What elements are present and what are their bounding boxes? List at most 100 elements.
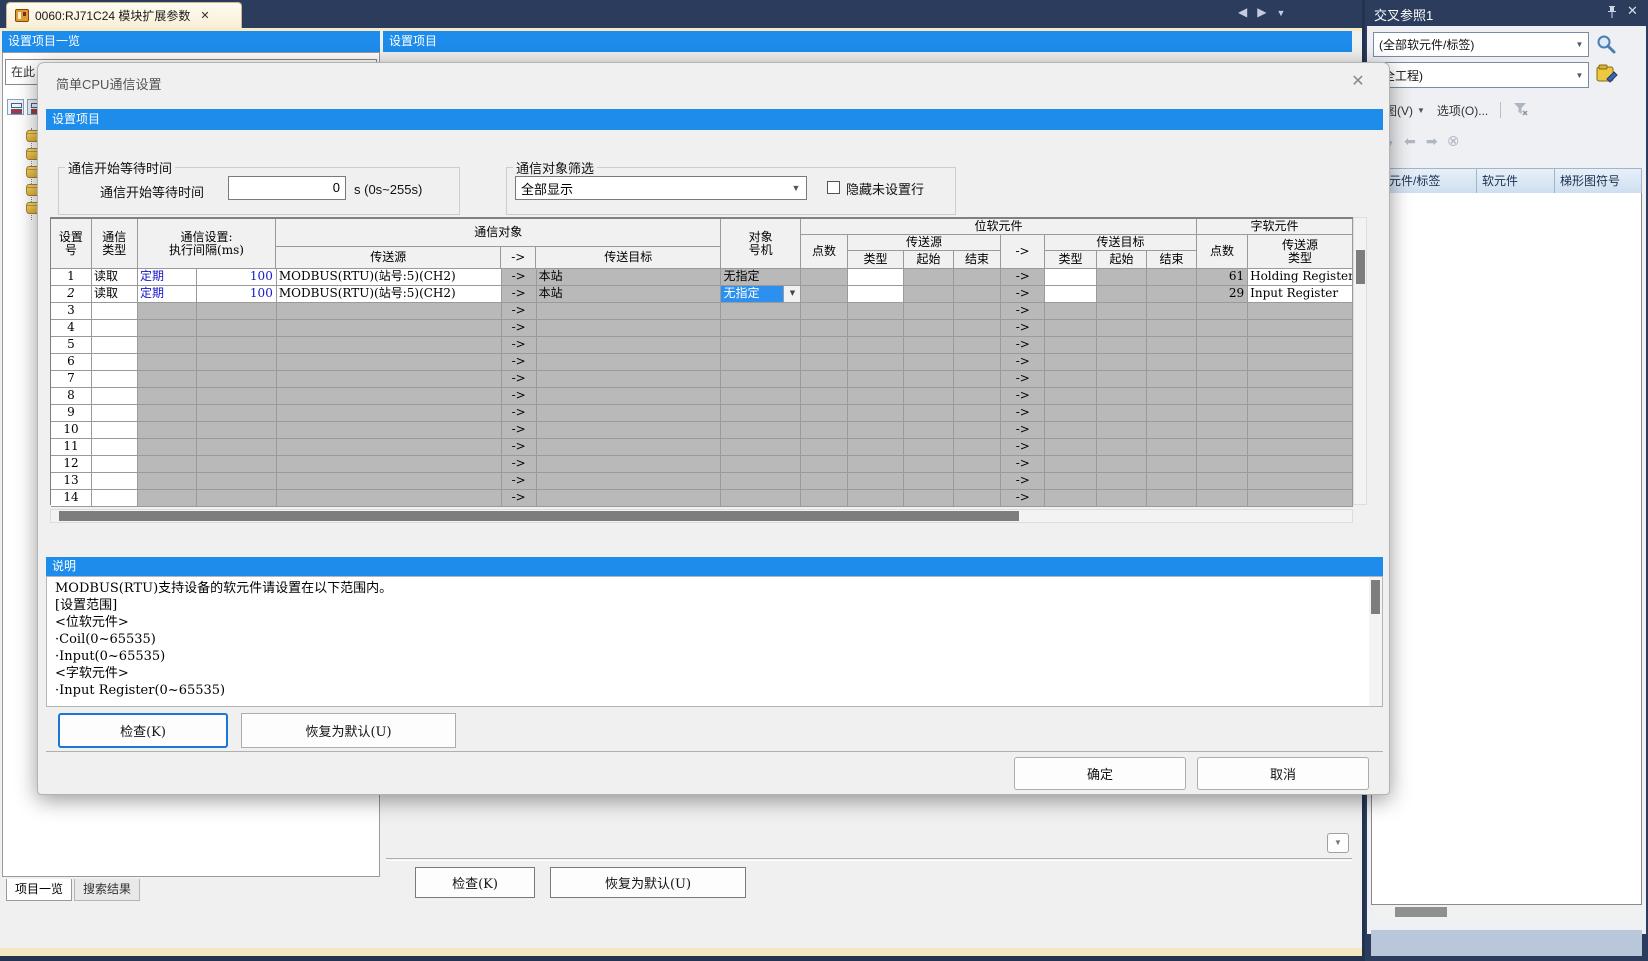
tab-close-icon[interactable]: ✕ (200, 9, 209, 22)
cell-word-points (1197, 473, 1248, 490)
header-bit-dst-start: 起始 (1097, 251, 1147, 269)
cell-word-src-type[interactable]: Input Register (1248, 286, 1353, 303)
cell-target-station-combo[interactable]: 无指定▼ (721, 286, 801, 303)
view-menu-arrow-icon[interactable]: ▼ (1417, 106, 1425, 115)
tab-prev-icon[interactable]: ◀ (1238, 5, 1247, 19)
cancel-button[interactable]: 取消 (1197, 757, 1369, 790)
table-row: 14->-> (51, 490, 1353, 507)
options-menu[interactable]: 选项(O)... (1437, 102, 1488, 119)
cell-schedule[interactable]: 定期 (138, 286, 197, 303)
ok-button[interactable]: 确定 (1014, 757, 1186, 790)
result-list[interactable] (1371, 193, 1642, 905)
cell-comm-type[interactable] (92, 354, 138, 371)
cell-comm-type[interactable] (92, 473, 138, 490)
search-icon[interactable] (1595, 33, 1625, 57)
cell-setting-no[interactable]: 1 (51, 269, 92, 286)
cell-setting-no[interactable]: 14 (51, 490, 92, 507)
cell-comm-type[interactable] (92, 320, 138, 337)
tab-search-result[interactable]: 搜索结果 (74, 879, 140, 901)
cell-comm-type[interactable]: 读取 (92, 286, 138, 303)
cell-setting-no[interactable]: 2 (51, 286, 92, 303)
cell-bit-dst-start (1097, 439, 1147, 456)
panel-status-strip (1371, 930, 1642, 956)
cell-comm-type[interactable] (92, 303, 138, 320)
cell-word-points: 29 (1197, 286, 1248, 303)
pane-scroll-down-button[interactable]: ▼ (1327, 833, 1349, 853)
cell-setting-no[interactable]: 7 (51, 371, 92, 388)
cell-comm-type[interactable] (92, 439, 138, 456)
cell-setting-no[interactable]: 12 (51, 456, 92, 473)
wait-time-group-title: 通信开始等待时间 (65, 158, 175, 177)
menu-divider (1500, 102, 1501, 118)
cell-comm-type[interactable] (92, 371, 138, 388)
cell-comm-type[interactable] (92, 337, 138, 354)
device-filter-combobox[interactable]: (全部软元件/标签) ▼ (1373, 32, 1589, 57)
scrollbar-thumb[interactable] (1356, 250, 1365, 284)
cell-schedule[interactable]: 定期 (138, 269, 197, 286)
cell-comm-type[interactable]: 读取 (92, 269, 138, 286)
cell-setting-no[interactable]: 6 (51, 354, 92, 371)
cell-bit-src-type[interactable] (848, 269, 904, 286)
cell-target-station (721, 473, 801, 490)
target-filter-dropdown[interactable]: 全部显示 ▼ (515, 176, 807, 200)
cell-setting-no[interactable]: 4 (51, 320, 92, 337)
cell-comm-type[interactable] (92, 456, 138, 473)
cell-interval[interactable]: 100 (197, 286, 277, 303)
cell-word-src-type (1248, 303, 1353, 320)
pin-icon[interactable] (1605, 5, 1619, 24)
cell-transfer-source[interactable]: MODBUS(RTU)(站号:5)(CH2) (277, 269, 502, 286)
scrollbar-thumb[interactable] (59, 511, 1019, 521)
cell-comm-type[interactable] (92, 388, 138, 405)
header-bit-dst-end: 结束 (1147, 251, 1197, 269)
cell-bit-dst-type[interactable] (1045, 286, 1097, 303)
settings-tool-icon[interactable] (1595, 63, 1625, 88)
cell-setting-no[interactable]: 13 (51, 473, 92, 490)
cell-setting-no[interactable]: 8 (51, 388, 92, 405)
restore-default-button[interactable]: 恢复为默认(U) (241, 713, 456, 748)
cell-transfer-source[interactable]: MODBUS(RTU)(站号:5)(CH2) (277, 286, 502, 303)
cell-interval[interactable]: 100 (197, 269, 277, 286)
cell-arrow: -> (1001, 388, 1045, 405)
tab-list-icon[interactable]: ▼ (1276, 5, 1285, 19)
cell-bit-src-type[interactable] (848, 286, 904, 303)
cell-bit-points (801, 456, 848, 473)
cell-setting-no[interactable]: 10 (51, 422, 92, 439)
chevron-down-icon[interactable]: ▼ (1571, 71, 1588, 80)
scrollbar-thumb[interactable] (1371, 580, 1380, 614)
hide-unset-rows-checkbox[interactable] (827, 181, 840, 194)
chevron-down-icon[interactable]: ▼ (786, 183, 806, 193)
table-horizontal-scrollbar[interactable] (50, 509, 1353, 523)
cell-setting-no[interactable]: 11 (51, 439, 92, 456)
table-vertical-scrollbar[interactable] (1353, 217, 1367, 505)
cell-comm-type[interactable] (92, 422, 138, 439)
check-button[interactable]: 检查(K) (58, 713, 228, 748)
result-horizontal-scrollbar[interactable] (1373, 905, 1640, 919)
tab-next-icon[interactable]: ▶ (1257, 5, 1266, 19)
cell-comm-type[interactable] (92, 405, 138, 422)
cell-setting-no[interactable]: 5 (51, 337, 92, 354)
cell-comm-type[interactable] (92, 490, 138, 507)
scrollbar-thumb[interactable] (1395, 907, 1447, 917)
background-restore-default-button[interactable]: 恢复为默认(U) (550, 867, 746, 898)
wait-time-unit: s (0s~255s) (354, 182, 422, 197)
table-row: 13->-> (51, 473, 1353, 490)
cell-setting-no[interactable]: 9 (51, 405, 92, 422)
cell-bit-dst-end (1147, 320, 1197, 337)
chevron-down-icon[interactable]: ▼ (783, 286, 800, 302)
cell-setting-no[interactable]: 3 (51, 303, 92, 320)
dialog-close-icon[interactable]: ✕ (1346, 70, 1370, 94)
wait-time-input[interactable]: 0 (228, 176, 346, 200)
chevron-down-icon[interactable]: ▼ (1571, 40, 1588, 49)
cell-transfer-source (277, 405, 502, 422)
cell-bit-dst-type[interactable] (1045, 269, 1097, 286)
cell-bit-src-end (954, 405, 1001, 422)
scope-combobox[interactable]: (全工程) ▼ (1373, 62, 1589, 88)
tree-expand-icon[interactable] (7, 99, 24, 115)
tab-item-list[interactable]: 项目一览 (6, 879, 72, 901)
cell-transfer-target (537, 439, 722, 456)
tab-module-parameter[interactable]: 0060:RJ71C24 模块扩展参数 ✕ (6, 2, 242, 28)
background-check-button[interactable]: 检查(K) (415, 867, 535, 898)
cell-word-src-type[interactable]: Holding Register (1248, 269, 1353, 286)
panel-close-icon[interactable]: ✕ (1627, 3, 1638, 19)
note-vertical-scrollbar[interactable] (1369, 577, 1382, 706)
